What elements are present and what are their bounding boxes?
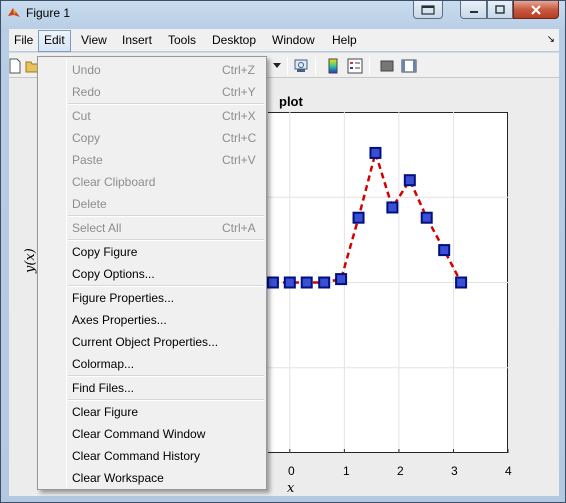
data-point <box>438 244 451 257</box>
menubar-dock-arrow-icon[interactable]: ↘ <box>547 34 555 45</box>
menu-item-shortcut: Ctrl+A <box>222 221 256 235</box>
menu-window[interactable]: Window <box>267 32 320 50</box>
menu-item-axes-properties[interactable]: Axes Properties... <box>40 309 264 331</box>
menu-item-label: Colormap... <box>72 357 135 371</box>
minimize-icon <box>469 10 478 13</box>
data-point <box>369 146 382 159</box>
data-point <box>455 276 468 289</box>
show-plot-tools-button[interactable] <box>399 56 419 76</box>
hide-plot-tools-icon <box>380 60 394 72</box>
menu-item-copy[interactable]: Copy Ctrl+C <box>40 127 264 149</box>
menu-item-label: Select All <box>72 221 122 235</box>
menu-item-label: Current Object Properties... <box>72 335 219 349</box>
data-point <box>386 201 399 214</box>
undock-button[interactable] <box>413 1 443 19</box>
maximize-button[interactable] <box>487 1 513 19</box>
menu-item-shortcut: Ctrl+X <box>222 109 256 123</box>
new-figure-icon <box>9 58 21 74</box>
undock-icon <box>421 4 435 15</box>
menu-desktop[interactable]: Desktop <box>207 32 261 50</box>
menu-item-label: Clear Command History <box>72 449 201 463</box>
menu-item-find-files[interactable]: Find Files... <box>40 377 264 399</box>
figure-window: Figure 1 File Edit View Insert Tools Des… <box>0 0 566 503</box>
menu-item-label: Copy Figure <box>72 245 138 259</box>
dropdown-arrow-icon <box>273 63 281 68</box>
menu-item-clear-command-history[interactable]: Clear Command History <box>40 445 264 467</box>
series-line <box>272 148 463 284</box>
menu-item-label: Copy <box>72 131 101 145</box>
menu-item-label: Clear Clipboard <box>72 175 156 189</box>
menu-item-label: Figure Properties... <box>72 291 175 305</box>
menu-item-label: Cut <box>72 109 91 123</box>
data-point <box>318 276 331 289</box>
data-point <box>352 211 365 224</box>
menu-item-clear-clipboard[interactable]: Clear Clipboard <box>40 171 264 193</box>
menu-item-current-object-properties[interactable]: Current Object Properties... <box>40 331 264 353</box>
menu-item-label: Delete <box>72 197 107 211</box>
link-plot-button[interactable] <box>291 56 311 76</box>
menu-item-label: Copy Options... <box>72 267 155 281</box>
close-icon <box>531 4 541 15</box>
menu-item-colormap[interactable]: Colormap... <box>40 353 264 375</box>
menu-help[interactable]: Help <box>327 32 362 50</box>
legend-icon <box>347 58 363 74</box>
data-point <box>283 276 296 289</box>
matlab-logo-icon <box>8 8 20 17</box>
data-point <box>403 174 416 187</box>
insert-legend-button[interactable] <box>345 56 365 76</box>
menu-item-cut[interactable]: Cut Ctrl+X <box>40 105 264 127</box>
window-title: Figure 1 <box>26 6 71 20</box>
menu-file[interactable]: File <box>9 32 38 50</box>
menu-item-shortcut: Ctrl+Z <box>222 63 255 77</box>
maximize-icon <box>495 4 505 14</box>
menu-edit[interactable]: Edit <box>38 30 71 52</box>
hide-plot-tools-button[interactable] <box>377 56 397 76</box>
menu-item-select-all[interactable]: Select All Ctrl+A <box>40 217 264 239</box>
data-point <box>420 211 433 224</box>
menu-item-shortcut: Ctrl+Y <box>222 85 256 99</box>
close-button[interactable] <box>513 1 559 19</box>
menu-item-clear-figure[interactable]: Clear Figure <box>40 401 264 423</box>
menu-item-label: Redo <box>72 85 101 99</box>
menu-item-paste[interactable]: Paste Ctrl+V <box>40 149 264 171</box>
colorbar-icon <box>328 58 338 74</box>
menu-item-label: Clear Workspace <box>72 471 164 485</box>
toolbar-dropdown-arrow[interactable] <box>270 56 284 76</box>
data-point <box>335 273 348 286</box>
menu-item-clear-command-window[interactable]: Clear Command Window <box>40 423 264 445</box>
title-bar[interactable]: Figure 1 <box>1 1 565 27</box>
menu-item-figure-properties[interactable]: Figure Properties... <box>40 287 264 309</box>
link-plot-icon <box>294 59 308 72</box>
menu-item-delete[interactable]: Delete <box>40 193 264 215</box>
menu-view[interactable]: View <box>76 32 112 50</box>
menu-item-label: Clear Command Window <box>72 427 206 441</box>
edit-menu-dropdown: Undo Ctrl+Z Redo Ctrl+Y Cut Ctrl+X Copy Ctrl+C P… <box>37 56 267 490</box>
menu-item-clear-workspace[interactable]: Clear Workspace <box>40 467 264 489</box>
menu-item-copy-options[interactable]: Copy Options... <box>40 263 264 285</box>
new-figure-button[interactable] <box>5 56 25 76</box>
minimize-button[interactable] <box>460 1 487 19</box>
menu-insert[interactable]: Insert <box>117 32 157 50</box>
menu-bar: File Edit View Insert Tools Desktop Wind… <box>9 29 559 52</box>
menu-item-undo[interactable]: Undo Ctrl+Z <box>40 59 264 81</box>
menu-item-shortcut: Ctrl+V <box>222 153 256 167</box>
data-point <box>266 276 279 289</box>
menu-item-label: Undo <box>72 63 101 77</box>
menu-item-label: Find Files... <box>72 381 135 395</box>
menu-item-shortcut: Ctrl+C <box>222 131 257 145</box>
menu-item-redo[interactable]: Redo Ctrl+Y <box>40 81 264 103</box>
data-point <box>300 276 313 289</box>
menu-item-label: Clear Figure <box>72 405 139 419</box>
menu-item-copy-figure[interactable]: Copy Figure <box>40 241 264 263</box>
menu-tools[interactable]: Tools <box>163 32 201 50</box>
menu-item-label: Axes Properties... <box>72 313 167 327</box>
show-plot-tools-icon <box>401 59 417 73</box>
menu-item-label: Paste <box>72 153 103 167</box>
insert-colorbar-button[interactable] <box>323 56 343 76</box>
